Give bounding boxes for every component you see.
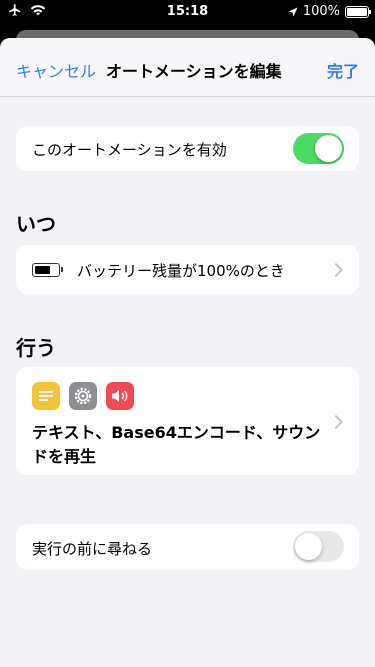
actions-label: テキスト、Base64エンコード、サウンドを再生 xyxy=(32,423,321,466)
location-arrow-icon xyxy=(288,7,298,16)
sound-icon xyxy=(106,382,134,410)
do-section-header: 行う xyxy=(16,336,56,360)
ask-before-running-label: 実行の前に尋ねる xyxy=(32,540,153,558)
actions-row[interactable]: テキスト、Base64エンコード、サウンドを再生 xyxy=(16,367,359,475)
edit-automation-sheet: キャンセル オートメーションを編集 完了 このオートメーションを有効 いつ バッ… xyxy=(0,38,375,667)
trigger-row[interactable]: バッテリー残量が100%のとき xyxy=(16,245,359,294)
done-button[interactable]: 完了 xyxy=(327,58,359,82)
status-right: 100% xyxy=(288,4,371,19)
battery-full-icon xyxy=(32,263,63,277)
navigation-bar: キャンセル オートメーションを編集 完了 xyxy=(0,38,375,97)
when-section-header: いつ xyxy=(16,212,56,236)
chevron-right-icon xyxy=(328,262,344,278)
text-icon xyxy=(32,382,60,410)
ask-before-running-toggle[interactable] xyxy=(293,531,344,562)
gear-icon xyxy=(69,382,97,410)
toggle-knob xyxy=(315,135,342,162)
toggle-knob xyxy=(295,533,322,560)
cancel-button[interactable]: キャンセル xyxy=(16,58,96,82)
enable-automation-row: このオートメーションを有効 xyxy=(16,126,359,171)
battery-percent: 100% xyxy=(302,4,340,19)
enable-automation-label: このオートメーションを有効 xyxy=(32,141,227,159)
ask-before-running-row: 実行の前に尋ねる xyxy=(16,524,359,570)
trigger-label: バッテリー残量が100%のとき xyxy=(77,262,285,280)
battery-icon xyxy=(345,5,371,18)
status-bar: 15:18 100% xyxy=(0,0,375,22)
enable-automation-toggle[interactable] xyxy=(293,133,344,164)
page-title: オートメーションを編集 xyxy=(106,62,282,81)
